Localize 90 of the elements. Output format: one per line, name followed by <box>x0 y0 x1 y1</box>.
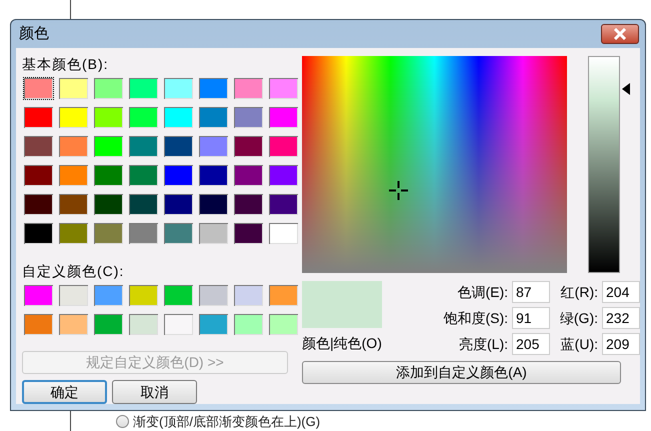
input-field[interactable]: 87 <box>512 281 550 303</box>
color-swatch[interactable] <box>92 193 124 216</box>
color-swatch[interactable] <box>58 222 88 245</box>
color-swatch[interactable] <box>268 106 298 129</box>
color-swatch[interactable] <box>22 313 54 336</box>
color-swatch[interactable] <box>198 106 228 129</box>
color-swatch[interactable] <box>162 77 194 100</box>
color-swatch[interactable] <box>162 135 194 158</box>
cancel-button[interactable]: 取消 <box>112 380 197 404</box>
field-label: 绿(G): <box>558 308 599 328</box>
color-swatch[interactable] <box>58 135 88 158</box>
color-swatch[interactable] <box>198 193 228 216</box>
crosshair-icon[interactable] <box>388 181 408 200</box>
color-swatch[interactable] <box>232 77 264 100</box>
section-label: 基本颜色(B): <box>22 56 110 72</box>
color-swatch[interactable] <box>92 77 124 100</box>
color-swatch[interactable] <box>22 135 54 158</box>
window-title: 颜色 <box>19 24 49 44</box>
input-field[interactable]: 209 <box>602 333 640 355</box>
field-label: 亮度(L): <box>458 334 509 354</box>
color-swatch[interactable] <box>92 135 124 158</box>
color-swatch[interactable] <box>162 193 194 216</box>
radio-button[interactable] <box>116 415 129 428</box>
color-swatch[interactable] <box>22 106 54 129</box>
color-swatch[interactable] <box>268 193 298 216</box>
color-swatch[interactable] <box>58 284 88 307</box>
add-to-custom-colors-button[interactable]: 添加到自定义颜色(A) <box>302 361 621 384</box>
color-swatch[interactable] <box>198 77 228 100</box>
color-swatch[interactable] <box>92 106 124 129</box>
color-swatch[interactable] <box>162 284 194 307</box>
color-swatch[interactable] <box>128 135 158 158</box>
color-swatch[interactable] <box>232 135 264 158</box>
color-swatch[interactable] <box>128 193 158 216</box>
color-spectrum[interactable] <box>302 56 567 273</box>
color-swatch[interactable] <box>92 284 124 307</box>
color-swatch[interactable] <box>232 193 264 216</box>
color-swatch[interactable] <box>198 222 228 245</box>
input-field[interactable]: 232 <box>602 307 640 329</box>
color-swatch[interactable] <box>128 313 158 336</box>
ok-button[interactable]: 确定 <box>22 380 107 404</box>
color-swatch[interactable] <box>58 164 88 187</box>
color-swatch[interactable] <box>22 284 54 307</box>
color-swatch[interactable] <box>268 313 298 336</box>
color-swatch[interactable] <box>268 135 298 158</box>
field-label: 红(R): <box>560 282 599 302</box>
color-swatch[interactable] <box>22 77 54 100</box>
color-swatch[interactable] <box>162 222 194 245</box>
color-swatch[interactable] <box>232 313 264 336</box>
color-swatch[interactable] <box>232 164 264 187</box>
color-swatch[interactable] <box>162 313 194 336</box>
color-swatch[interactable] <box>58 106 88 129</box>
color-swatch[interactable] <box>128 222 158 245</box>
color-swatch[interactable] <box>128 164 158 187</box>
field-label: 色调(E): <box>456 282 509 302</box>
color-swatch[interactable] <box>198 284 228 307</box>
color-swatch[interactable] <box>162 164 194 187</box>
color-swatch[interactable] <box>232 222 264 245</box>
color-swatch[interactable] <box>268 222 298 245</box>
color-swatch[interactable] <box>92 164 124 187</box>
close-button[interactable] <box>601 24 639 44</box>
input-field[interactable]: 91 <box>512 307 550 329</box>
color-swatch[interactable] <box>268 284 298 307</box>
field-label: 饱和度(S): <box>442 308 509 328</box>
color-swatch[interactable] <box>58 313 88 336</box>
color-swatch[interactable] <box>22 164 54 187</box>
color-swatch[interactable] <box>58 193 88 216</box>
close-icon <box>613 28 627 40</box>
section-label: 自定义颜色(C): <box>22 263 126 279</box>
color-swatch[interactable] <box>128 284 158 307</box>
luminance-pointer[interactable] <box>622 82 630 95</box>
field-label: 蓝(U): <box>560 334 599 354</box>
color-swatch[interactable] <box>198 135 228 158</box>
input-field[interactable]: 204 <box>602 281 640 303</box>
color-swatch[interactable] <box>268 164 298 187</box>
color-swatch[interactable] <box>22 193 54 216</box>
color-swatch[interactable] <box>128 77 158 100</box>
color-swatch[interactable] <box>128 106 158 129</box>
color-swatch[interactable] <box>198 313 228 336</box>
color-solid-label: 颜色|纯色(O) <box>302 334 383 353</box>
color-swatch[interactable] <box>22 222 54 245</box>
radio-label: 渐变(顶部/底部渐变颜色在上)(G) <box>133 413 320 431</box>
color-swatch[interactable] <box>268 77 298 100</box>
color-swatch[interactable] <box>92 222 124 245</box>
color-swatch[interactable] <box>198 164 228 187</box>
color-swatch[interactable] <box>92 313 124 336</box>
input-field[interactable]: 205 <box>512 333 550 355</box>
color-swatch[interactable] <box>232 106 264 129</box>
color-swatch[interactable] <box>58 77 88 100</box>
color-swatch[interactable] <box>162 106 194 129</box>
color-swatch[interactable] <box>232 284 264 307</box>
